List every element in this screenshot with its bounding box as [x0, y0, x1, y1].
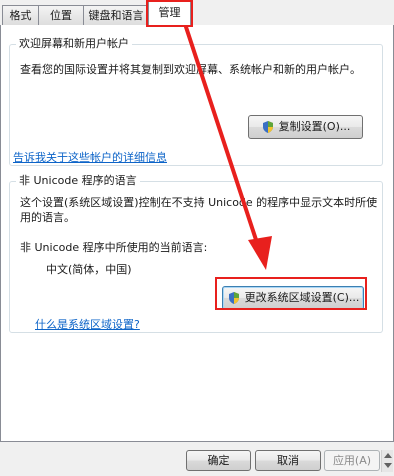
- tab-formats[interactable]: 格式: [2, 5, 39, 26]
- ok-label: 确定: [207, 454, 230, 467]
- button-highlight-box: [215, 277, 367, 310]
- current-language-value: 中文(简体，中国): [46, 263, 132, 276]
- non-unicode-group: 非 Unicode 程序的语言 这个设置(系统区域设置)控制在不支持 Unico…: [9, 174, 383, 333]
- tab-highlight-box: [146, 0, 193, 27]
- cancel-button[interactable]: 取消: [255, 450, 321, 471]
- current-language-label: 非 Unicode 程序中所使用的当前语言:: [20, 241, 208, 254]
- copy-settings-button[interactable]: 复制设置(O)...: [248, 115, 363, 139]
- welcome-group-title: 欢迎屏幕和新用户帐户: [16, 37, 132, 51]
- welcome-group: 欢迎屏幕和新用户帐户 查看您的国际设置并将其复制到欢迎屏幕、系统帐户和新的用户帐…: [9, 37, 383, 166]
- copy-settings-label: 复制设置(O)...: [278, 120, 351, 133]
- tab-strip: 格式 位置 键盘和语言 管理: [0, 0, 394, 27]
- scrollbar[interactable]: [381, 450, 393, 472]
- scroll-down-icon[interactable]: [384, 463, 392, 468]
- accounts-info-link[interactable]: 告诉我关于这些帐户的详细信息: [13, 149, 167, 166]
- cancel-label: 取消: [277, 454, 299, 467]
- apply-button[interactable]: 应用(A): [324, 450, 380, 471]
- system-locale-help-link[interactable]: 什么是系统区域设置?: [35, 316, 140, 333]
- ok-button[interactable]: 确定: [186, 450, 251, 471]
- non-unicode-group-title: 非 Unicode 程序的语言: [16, 174, 140, 188]
- apply-label: 应用(A): [332, 454, 372, 467]
- shield-icon: [262, 121, 273, 133]
- scroll-up-icon[interactable]: [384, 453, 392, 458]
- tab-location[interactable]: 位置: [38, 5, 84, 26]
- tab-panel: 欢迎屏幕和新用户帐户 查看您的国际设置并将其复制到欢迎屏幕、系统帐户和新的用户帐…: [0, 25, 394, 442]
- tab-keyboards-languages[interactable]: 键盘和语言: [83, 5, 149, 26]
- welcome-description: 查看您的国际设置并将其复制到欢迎屏幕、系统帐户和新的用户帐户。: [20, 63, 361, 76]
- region-dialog: 格式 位置 键盘和语言 管理 欢迎屏幕和新用户帐户 查看您的国际设置并将其复制到…: [0, 0, 394, 476]
- non-unicode-description-line2: 用的语言。: [20, 211, 75, 224]
